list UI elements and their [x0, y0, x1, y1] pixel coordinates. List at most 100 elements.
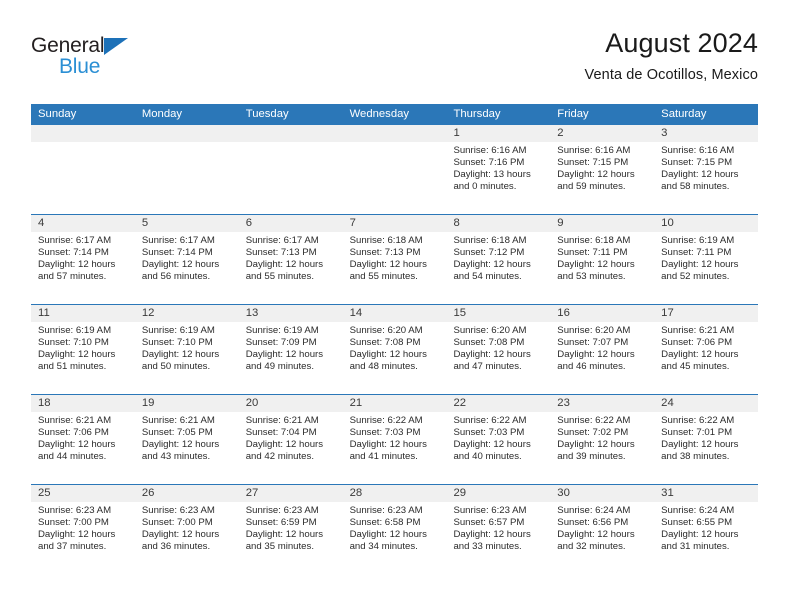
day-detail-line: Sunrise: 6:21 AM	[245, 415, 319, 426]
day-detail-line: and 53 minutes.	[557, 270, 626, 282]
day-cell-17[interactable]: 17 Sunrise: 6:21 AM Sunset: 7:06 PM Dayligh…	[654, 305, 759, 394]
day-detail-line: Sunset: 7:11 PM	[557, 246, 628, 258]
day-number: 16	[550, 305, 655, 322]
day-detail-line: and 51 minutes.	[38, 360, 107, 372]
day-cell-11[interactable]: 11 Sunrise: 6:19 AM Sunset: 7:10 PM Dayligh…	[31, 305, 135, 394]
day-detail-line: Sunset: 7:08 PM	[349, 336, 421, 348]
day-detail-line: and 42 minutes.	[245, 450, 314, 462]
day-detail-line: and 47 minutes.	[453, 360, 522, 372]
day-cell-1[interactable]: 1 Sunrise: 6:16 AM Sunset: 7:16 PM Daylight…	[446, 125, 551, 214]
day-cell-19[interactable]: 19 Sunrise: 6:21 AM Sunset: 7:05 PM Dayligh…	[134, 395, 239, 484]
logo-text-blue: Blue	[59, 55, 101, 78]
weekday-header-saturday: Saturday	[661, 108, 707, 120]
day-cell-9[interactable]: 9 Sunrise: 6:18 AM Sunset: 7:11 PM Daylight…	[550, 215, 655, 304]
day-cell-31[interactable]: 31 Sunrise: 6:24 AM Sunset: 6:55 PM Dayligh…	[654, 485, 759, 574]
day-cell-24[interactable]: 24 Sunrise: 6:22 AM Sunset: 7:01 PM Dayligh…	[654, 395, 759, 484]
day-detail-line: Sunset: 7:14 PM	[141, 246, 213, 258]
day-cell-16[interactable]: 16 Sunrise: 6:20 AM Sunset: 7:07 PM Dayligh…	[550, 305, 655, 394]
day-cell-6[interactable]: 6 Sunrise: 6:17 AM Sunset: 7:13 PM Daylight…	[238, 215, 343, 304]
day-number: 24	[654, 395, 759, 412]
day-cell-empty[interactable]	[342, 125, 447, 214]
day-cell-empty[interactable]	[31, 125, 135, 214]
day-details: Sunrise: 6:19 AM Sunset: 7:10 PM Daylight:…	[31, 322, 135, 373]
day-detail-line: Sunset: 7:03 PM	[453, 426, 525, 438]
day-cell-27[interactable]: 27 Sunrise: 6:23 AM Sunset: 6:59 PM Dayligh…	[238, 485, 343, 574]
day-detail-line: Sunset: 7:06 PM	[661, 336, 733, 348]
day-cell-12[interactable]: 12 Sunrise: 6:19 AM Sunset: 7:10 PM Dayligh…	[134, 305, 239, 394]
day-detail-line: Daylight: 12 hours	[38, 438, 116, 450]
day-cell-13[interactable]: 13 Sunrise: 6:19 AM Sunset: 7:09 PM Dayligh…	[238, 305, 343, 394]
weekday-header-sunday: Sunday	[38, 108, 77, 120]
day-cell-21[interactable]: 21 Sunrise: 6:22 AM Sunset: 7:03 PM Dayligh…	[342, 395, 447, 484]
day-details: Sunrise: 6:20 AM Sunset: 7:08 PM Daylight:…	[446, 322, 550, 373]
day-number: 13	[238, 305, 343, 322]
day-cell-30[interactable]: 30 Sunrise: 6:24 AM Sunset: 6:56 PM Dayligh…	[550, 485, 655, 574]
day-details: Sunrise: 6:22 AM Sunset: 7:03 PM Daylight:…	[343, 412, 447, 463]
day-details: Sunrise: 6:18 AM Sunset: 7:11 PM Daylight:…	[550, 232, 654, 283]
day-detail-line: and 39 minutes.	[557, 450, 626, 462]
day-cell-18[interactable]: 18 Sunrise: 6:21 AM Sunset: 7:06 PM Dayligh…	[31, 395, 135, 484]
day-detail-line: Sunrise: 6:19 AM	[661, 235, 735, 246]
day-number: 28	[342, 485, 447, 502]
day-details: Sunrise: 6:16 AM Sunset: 7:15 PM Daylight:…	[654, 142, 758, 193]
day-detail-line: Sunrise: 6:23 AM	[38, 505, 112, 516]
day-number: 22	[446, 395, 551, 412]
day-number: 19	[134, 395, 239, 412]
day-detail-line: Daylight: 12 hours	[349, 528, 427, 540]
day-cell-5[interactable]: 5 Sunrise: 6:17 AM Sunset: 7:14 PM Daylight…	[134, 215, 239, 304]
day-cell-23[interactable]: 23 Sunrise: 6:22 AM Sunset: 7:02 PM Dayligh…	[550, 395, 655, 484]
day-detail-line: Sunrise: 6:22 AM	[453, 415, 527, 426]
day-cell-29[interactable]: 29 Sunrise: 6:23 AM Sunset: 6:57 PM Dayligh…	[446, 485, 551, 574]
day-detail-line: Daylight: 12 hours	[349, 438, 427, 450]
calendar-week-row: 1 Sunrise: 6:16 AM Sunset: 7:16 PM Daylight…	[31, 125, 759, 214]
day-detail-line: Sunrise: 6:19 AM	[245, 325, 319, 336]
day-cell-7[interactable]: 7 Sunrise: 6:18 AM Sunset: 7:13 PM Daylight…	[342, 215, 447, 304]
day-detail-line: and 49 minutes.	[245, 360, 314, 372]
day-cell-10[interactable]: 10 Sunrise: 6:19 AM Sunset: 7:11 PM Dayligh…	[654, 215, 759, 304]
day-detail-line: Sunrise: 6:22 AM	[661, 415, 735, 426]
day-detail-line: Sunset: 7:02 PM	[557, 426, 629, 438]
day-cell-8[interactable]: 8 Sunrise: 6:18 AM Sunset: 7:12 PM Daylight…	[446, 215, 551, 304]
day-detail-line: Sunset: 7:08 PM	[453, 336, 525, 348]
day-details: Sunrise: 6:21 AM Sunset: 7:06 PM Daylight:…	[654, 322, 758, 373]
day-detail-line: Daylight: 12 hours	[349, 258, 427, 270]
day-cell-25[interactable]: 25 Sunrise: 6:23 AM Sunset: 7:00 PM Dayligh…	[31, 485, 135, 574]
day-detail-line: Sunset: 7:06 PM	[38, 426, 109, 438]
day-detail-line: and 40 minutes.	[453, 450, 522, 462]
day-detail-line: Daylight: 12 hours	[453, 438, 531, 450]
day-cell-14[interactable]: 14 Sunrise: 6:20 AM Sunset: 7:08 PM Dayligh…	[342, 305, 447, 394]
day-detail-line: Daylight: 12 hours	[661, 258, 739, 270]
day-details: Sunrise: 6:16 AM Sunset: 7:16 PM Daylight:…	[446, 142, 550, 193]
day-detail-line: and 33 minutes.	[453, 540, 522, 552]
day-detail-line: and 41 minutes.	[349, 450, 418, 462]
day-cell-20[interactable]: 20 Sunrise: 6:21 AM Sunset: 7:04 PM Dayligh…	[238, 395, 343, 484]
day-cell-15[interactable]: 15 Sunrise: 6:20 AM Sunset: 7:08 PM Dayligh…	[446, 305, 551, 394]
day-cell-3[interactable]: 3 Sunrise: 6:16 AM Sunset: 7:15 PM Daylight…	[654, 125, 759, 214]
day-detail-line: and 46 minutes.	[557, 360, 626, 372]
day-detail-line: Sunset: 6:56 PM	[557, 516, 629, 528]
day-cell-28[interactable]: 28 Sunrise: 6:23 AM Sunset: 6:58 PM Dayligh…	[342, 485, 447, 574]
day-cell-22[interactable]: 22 Sunrise: 6:22 AM Sunset: 7:03 PM Dayligh…	[446, 395, 551, 484]
day-details: Sunrise: 6:20 AM Sunset: 7:07 PM Daylight:…	[550, 322, 654, 373]
day-detail-line: Daylight: 12 hours	[453, 528, 531, 540]
weekday-header-tuesday: Tuesday	[245, 108, 289, 120]
day-detail-line: Sunset: 7:04 PM	[245, 426, 317, 438]
weekday-header-monday: Monday	[141, 108, 183, 120]
day-cell-4[interactable]: 4 Sunrise: 6:17 AM Sunset: 7:14 PM Daylight…	[31, 215, 135, 304]
day-number: 2	[550, 125, 655, 142]
day-cell-empty[interactable]	[134, 125, 239, 214]
day-detail-line: Daylight: 12 hours	[453, 258, 531, 270]
day-detail-line: Daylight: 12 hours	[141, 528, 220, 540]
day-cell-empty[interactable]	[238, 125, 343, 214]
day-number: 7	[342, 215, 447, 232]
day-detail-line: Sunrise: 6:16 AM	[661, 145, 735, 156]
day-number: 10	[654, 215, 759, 232]
day-cell-2[interactable]: 2 Sunrise: 6:16 AM Sunset: 7:15 PM Daylight…	[550, 125, 655, 214]
day-detail-line: Daylight: 12 hours	[141, 348, 220, 360]
day-details: Sunrise: 6:20 AM Sunset: 7:08 PM Daylight:…	[343, 322, 447, 373]
calendar-week-row: 11 Sunrise: 6:19 AM Sunset: 7:10 PM Dayligh…	[31, 304, 759, 394]
day-detail-line: Sunrise: 6:19 AM	[141, 325, 215, 336]
day-cell-26[interactable]: 26 Sunrise: 6:23 AM Sunset: 7:00 PM Dayligh…	[134, 485, 239, 574]
day-number: 8	[446, 215, 551, 232]
day-number: 30	[550, 485, 655, 502]
